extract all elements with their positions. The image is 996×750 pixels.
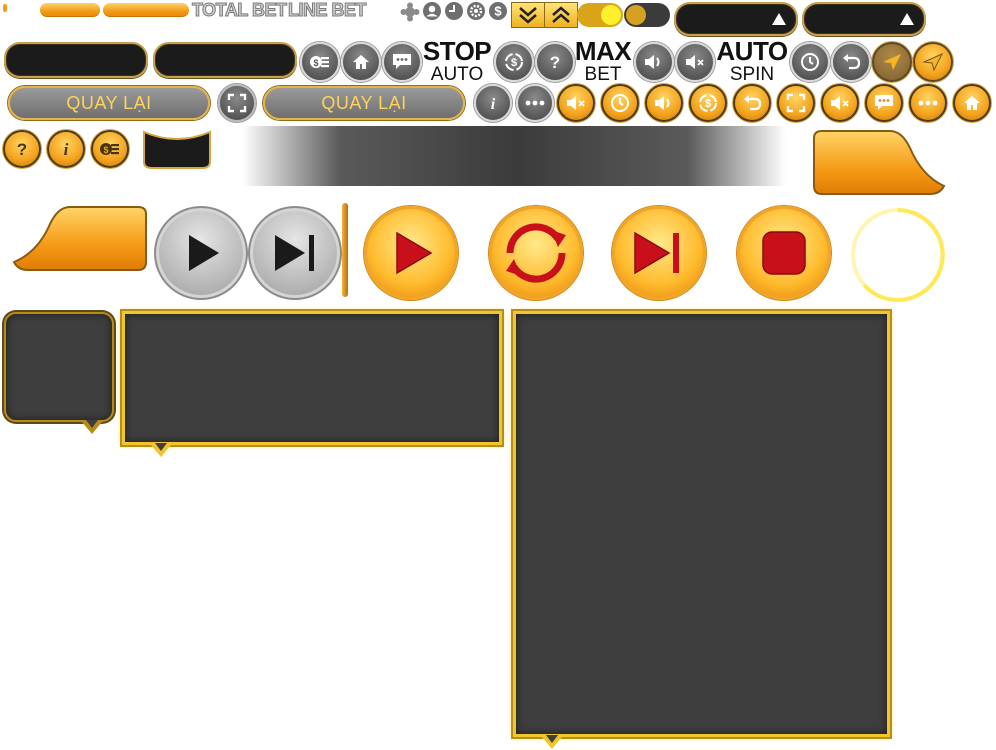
svg-text:$: $ [511, 57, 517, 69]
settings-icon[interactable] [466, 1, 486, 21]
fullscreen-icon[interactable] [218, 84, 256, 122]
sound-on-icon[interactable] [645, 84, 683, 122]
max-bet-big: MAX [574, 36, 632, 66]
play-icon [189, 235, 219, 271]
input-field-2[interactable] [153, 42, 297, 78]
history-icon[interactable] [601, 84, 639, 122]
next-button-gold[interactable] [612, 206, 706, 300]
total-bet-label: TOTAL BET [192, 0, 288, 21]
chat-icon[interactable] [865, 84, 903, 122]
chevron-up-double-button[interactable] [544, 2, 578, 28]
line-bet-label: LINE BET [287, 0, 367, 21]
svg-text:?: ? [550, 53, 560, 72]
sound-off-icon[interactable] [821, 84, 859, 122]
skip-forward-icon [275, 235, 314, 271]
stop-auto-big: STOP [422, 36, 492, 66]
svg-text:$: $ [313, 58, 318, 68]
stop-button-gold[interactable] [737, 206, 831, 300]
user-icon[interactable] [422, 1, 442, 21]
spin-button-gold[interactable] [489, 206, 583, 300]
undo-icon[interactable] [733, 84, 771, 122]
play-icon [396, 231, 433, 275]
info-icon[interactable]: i [47, 130, 85, 168]
svg-text:i: i [491, 96, 496, 113]
svg-text:$: $ [103, 145, 108, 155]
home-icon[interactable] [341, 42, 381, 82]
gradient-bar [242, 126, 786, 186]
svg-text:i: i [64, 140, 69, 159]
back-button[interactable]: QUAY LẠI [263, 86, 465, 120]
triangle-up-icon [772, 13, 786, 25]
next-button-gray[interactable] [248, 206, 342, 300]
help-icon[interactable]: ? [3, 130, 41, 168]
dropdown-field-1[interactable] [674, 2, 798, 36]
triangle-up-icon [900, 13, 914, 25]
orange-tab-right[interactable] [810, 128, 948, 198]
history-icon[interactable] [790, 42, 830, 82]
loading-ring [850, 207, 946, 303]
coins-icon[interactable]: $ [91, 130, 129, 168]
arrow-left-icon[interactable] [913, 42, 953, 82]
max-bet-small: BET [584, 64, 622, 85]
svg-text:?: ? [17, 140, 27, 159]
bet-bar-long[interactable] [103, 3, 189, 17]
fullscreen-icon[interactable] [777, 84, 815, 122]
tooltip-panel-tall [513, 311, 890, 749]
tooltip-panel-wide [122, 311, 502, 457]
auto-spin-small: SPIN [729, 64, 775, 85]
more-icon[interactable] [516, 84, 554, 122]
sound-off-icon[interactable] [675, 42, 715, 82]
info-icon[interactable]: i [474, 84, 512, 122]
refresh-icon [506, 223, 566, 283]
svg-text:$: $ [705, 98, 711, 110]
toggle-on[interactable] [577, 3, 623, 27]
paytable-icon[interactable]: $ [689, 84, 727, 122]
input-field-1[interactable] [4, 42, 148, 78]
sound-off-icon[interactable] [557, 84, 595, 122]
paytable-icon[interactable]: $ [494, 42, 534, 82]
svg-text:$: $ [494, 4, 502, 19]
stop-auto-small: AUTO [430, 64, 484, 85]
back-button[interactable]: QUAY LẠI [8, 86, 210, 120]
tail-pointer [542, 735, 562, 749]
arrow-left-icon[interactable] [872, 42, 912, 82]
skip-forward-icon [634, 231, 679, 275]
play-button-gray[interactable] [154, 206, 248, 300]
small-bet-indicator [3, 4, 7, 12]
sound-on-icon[interactable] [634, 42, 674, 82]
more-icon[interactable] [909, 84, 947, 122]
tail-pointer [151, 443, 171, 457]
dropdown-field-2[interactable] [802, 2, 926, 36]
play-button-gold[interactable] [364, 206, 458, 300]
coins-icon[interactable]: $ [300, 42, 340, 82]
toggle-off[interactable] [624, 3, 670, 27]
home-icon[interactable] [953, 84, 991, 122]
chevron-down-double-button[interactable] [511, 2, 545, 28]
tooltip-panel-small [4, 312, 114, 434]
clock-icon[interactable] [444, 1, 464, 21]
auto-spin-big: AUTO [716, 36, 788, 66]
max-bet-button[interactable]: MAX BET [572, 38, 634, 84]
dark-tab-shape[interactable] [142, 128, 212, 170]
gear-icon[interactable] [400, 2, 420, 22]
auto-spin-button[interactable]: AUTO SPIN [714, 38, 790, 84]
stop-icon [762, 231, 806, 275]
stop-auto-button[interactable]: STOP AUTO [420, 38, 494, 84]
orange-tab-left[interactable] [10, 204, 150, 274]
help-icon[interactable]: ? [535, 42, 575, 82]
bet-bar-short[interactable] [40, 3, 100, 17]
undo-icon[interactable] [831, 42, 871, 82]
divider-bar [342, 203, 348, 297]
chat-icon[interactable] [382, 42, 422, 82]
dollar-icon[interactable]: $ [488, 1, 508, 21]
